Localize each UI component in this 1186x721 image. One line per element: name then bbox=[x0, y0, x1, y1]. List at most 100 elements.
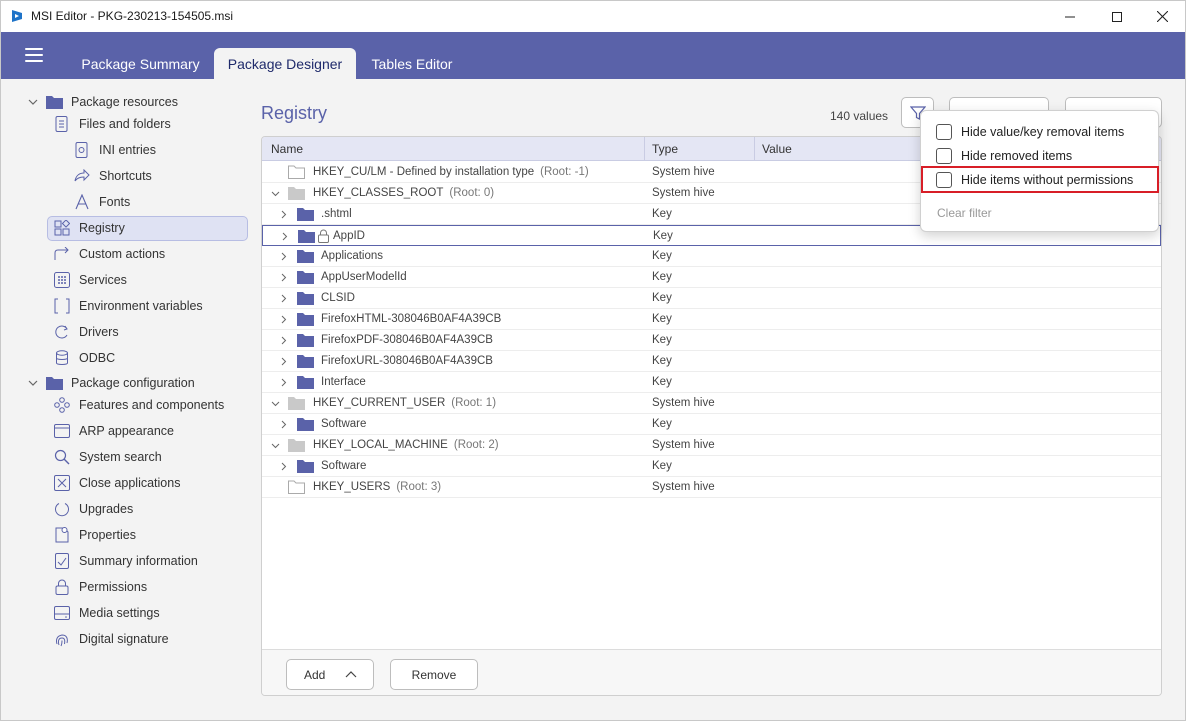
folder-icon bbox=[45, 374, 63, 392]
sidebar-item-system-search[interactable]: System search bbox=[53, 445, 162, 469]
chevron-right-icon[interactable] bbox=[279, 252, 288, 261]
sidebar-item-properties[interactable]: Properties bbox=[53, 523, 136, 547]
grid-footer: Add Remove bbox=[262, 649, 1161, 695]
table-row[interactable]: Software Key bbox=[262, 456, 1161, 477]
table-row[interactable]: CLSID Key bbox=[262, 288, 1161, 309]
close-button[interactable] bbox=[1139, 1, 1185, 32]
filter-option-hide-removal-items[interactable]: Hide value/key removal items bbox=[936, 123, 1124, 141]
chevron-right-icon[interactable] bbox=[279, 210, 288, 219]
tab-tables-editor[interactable]: Tables Editor bbox=[363, 48, 461, 79]
sidebar-item-digital-signature[interactable]: Digital signature bbox=[53, 627, 169, 651]
sidebar-item-label: Close applications bbox=[79, 476, 181, 490]
sidebar-item-label: Files and folders bbox=[79, 117, 171, 131]
sidebar-item-environment-variables[interactable]: Environment variables bbox=[53, 294, 203, 318]
minimize-button[interactable] bbox=[1047, 1, 1093, 32]
sidebar-item-custom-actions[interactable]: Custom actions bbox=[53, 242, 165, 266]
table-row[interactable]: HKEY_USERS (Root: 3) System hive bbox=[262, 477, 1161, 498]
chevron-down-icon[interactable] bbox=[271, 399, 280, 408]
services-icon bbox=[53, 271, 71, 289]
chevron-right-icon[interactable] bbox=[279, 315, 288, 324]
row-name: HKEY_CU/LM - Defined by installation typ… bbox=[313, 166, 589, 178]
row-type: Key bbox=[652, 460, 672, 472]
chevron-down-icon[interactable] bbox=[28, 378, 38, 388]
add-button[interactable]: Add bbox=[286, 659, 374, 690]
database-icon bbox=[53, 349, 71, 367]
checkbox[interactable] bbox=[936, 124, 952, 140]
column-divider[interactable] bbox=[644, 137, 645, 161]
filter-option-hide-removed-items[interactable]: Hide removed items bbox=[936, 147, 1072, 165]
table-row[interactable]: AppUserModelId Key bbox=[262, 267, 1161, 288]
column-header-value[interactable]: Value bbox=[762, 142, 792, 156]
column-header-type[interactable]: Type bbox=[652, 142, 678, 156]
chevron-down-icon[interactable] bbox=[28, 97, 38, 107]
chevron-right-icon[interactable] bbox=[279, 378, 288, 387]
filter-option-hide-without-permissions[interactable]: Hide items without permissions bbox=[936, 171, 1133, 189]
sidebar-item-features-and-components[interactable]: Features and components bbox=[53, 393, 224, 417]
row-type: System hive bbox=[652, 187, 715, 199]
sidebar-item-services[interactable]: Services bbox=[53, 268, 127, 292]
sidebar-item-shortcuts[interactable]: Shortcuts bbox=[73, 164, 152, 188]
page-title: Registry bbox=[261, 103, 328, 123]
column-divider[interactable] bbox=[754, 137, 755, 161]
chevron-right-icon[interactable] bbox=[279, 420, 288, 429]
remove-button[interactable]: Remove bbox=[390, 659, 478, 690]
row-type: Key bbox=[652, 271, 672, 283]
chevron-right-icon[interactable] bbox=[279, 357, 288, 366]
sidebar-item-files-and-folders[interactable]: Files and folders bbox=[53, 112, 171, 136]
chevron-up-icon bbox=[345, 671, 357, 678]
row-name: Software bbox=[321, 418, 367, 430]
sidebar-item-media-settings[interactable]: Media settings bbox=[53, 601, 160, 625]
tab-package-summary[interactable]: Package Summary bbox=[73, 48, 208, 79]
properties-icon bbox=[53, 526, 71, 544]
remove-button-label: Remove bbox=[411, 667, 457, 682]
row-type: Key bbox=[652, 292, 672, 304]
sidebar-item-label: Fonts bbox=[99, 195, 131, 209]
sidebar-item-fonts[interactable]: Fonts bbox=[73, 190, 130, 214]
sidebar-item-ini-entries[interactable]: INI entries bbox=[73, 138, 156, 162]
sidebar-item-label: INI entries bbox=[99, 143, 156, 157]
table-row[interactable]: FirefoxHTML-308046B0AF4A39CB Key bbox=[262, 309, 1161, 330]
sidebar-item-permissions[interactable]: Permissions bbox=[53, 575, 147, 599]
sidebar-item-registry[interactable]: Registry bbox=[53, 216, 125, 240]
tab-package-designer[interactable]: Package Designer bbox=[214, 48, 356, 79]
row-name: AppID bbox=[333, 230, 365, 242]
folder-icon bbox=[297, 250, 314, 263]
table-row[interactable]: FirefoxPDF-308046B0AF4A39CB Key bbox=[262, 330, 1161, 351]
table-row[interactable]: Interface Key bbox=[262, 372, 1161, 393]
table-row[interactable]: HKEY_LOCAL_MACHINE (Root: 2) System hive bbox=[262, 435, 1161, 456]
ini-icon bbox=[73, 141, 91, 159]
sidebar-item-summary-information[interactable]: Summary information bbox=[53, 549, 198, 573]
chevron-right-icon[interactable] bbox=[279, 273, 288, 282]
hive-folder-icon bbox=[288, 187, 305, 200]
sidebar-group-package-configuration[interactable]: Package configuration bbox=[45, 371, 195, 395]
row-type: Key bbox=[652, 418, 672, 430]
column-header-name[interactable]: Name bbox=[271, 142, 303, 156]
window-icon bbox=[53, 422, 71, 440]
chevron-right-icon[interactable] bbox=[280, 232, 289, 241]
table-row[interactable]: HKEY_CURRENT_USER (Root: 1) System hive bbox=[262, 393, 1161, 414]
sidebar-item-drivers[interactable]: Drivers bbox=[53, 320, 119, 344]
app-window: MSI Editor - PKG-230213-154505.msi Packa… bbox=[0, 0, 1186, 721]
filter-popup: Hide value/key removal items Hide remove… bbox=[920, 110, 1159, 232]
checkbox[interactable] bbox=[936, 148, 952, 164]
sidebar-item-arp-appearance[interactable]: ARP appearance bbox=[53, 419, 174, 443]
menu-icon[interactable] bbox=[25, 48, 43, 62]
chevron-down-icon[interactable] bbox=[271, 441, 280, 450]
chevron-down-icon[interactable] bbox=[271, 189, 280, 198]
clear-filter-link[interactable]: Clear filter bbox=[937, 206, 992, 220]
table-row[interactable]: Software Key bbox=[262, 414, 1161, 435]
chevron-right-icon[interactable] bbox=[279, 294, 288, 303]
maximize-button[interactable] bbox=[1094, 1, 1140, 32]
checkbox[interactable] bbox=[936, 172, 952, 188]
row-type: Key bbox=[652, 313, 672, 325]
table-row[interactable]: Applications Key bbox=[262, 246, 1161, 267]
filter-option-label: Hide removed items bbox=[961, 149, 1073, 163]
chevron-right-icon[interactable] bbox=[279, 462, 288, 471]
table-row[interactable]: FirefoxURL-308046B0AF4A39CB Key bbox=[262, 351, 1161, 372]
sidebar-item-upgrades[interactable]: Upgrades bbox=[53, 497, 133, 521]
sidebar-item-odbc[interactable]: ODBC bbox=[53, 346, 115, 370]
sidebar-item-close-applications[interactable]: Close applications bbox=[53, 471, 180, 495]
chevron-right-icon[interactable] bbox=[279, 336, 288, 345]
sidebar-group-package-resources[interactable]: Package resources bbox=[45, 90, 178, 114]
row-name: FirefoxURL-308046B0AF4A39CB bbox=[321, 355, 493, 367]
